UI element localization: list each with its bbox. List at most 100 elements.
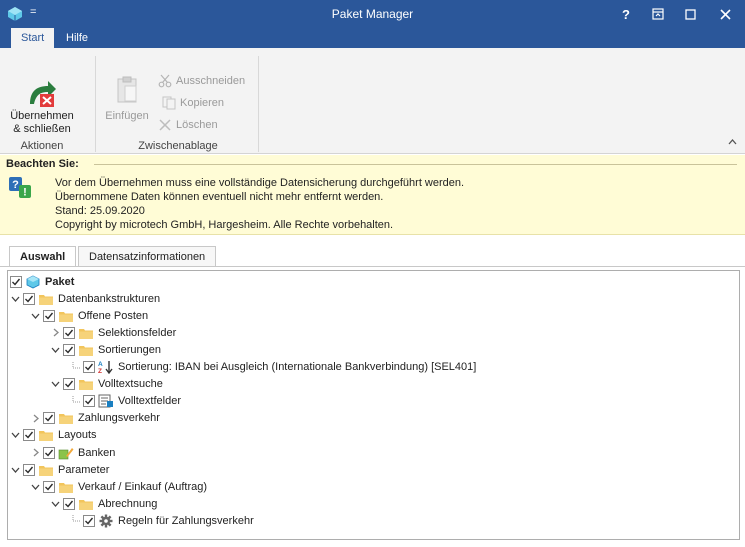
tree-node-label: Sortierungen	[98, 343, 161, 356]
folder-icon	[78, 377, 94, 391]
ribbon-display-options-button[interactable]	[642, 0, 674, 28]
tree-node-label: Sortierung: IBAN bei Ausgleich (Internat…	[118, 361, 477, 373]
chevron-down-icon[interactable]	[10, 430, 21, 441]
folder-icon	[58, 309, 74, 323]
group-label-zwischenablage: Zwischenablage	[138, 140, 218, 152]
package-icon	[25, 275, 41, 289]
tree-node-volltextsuche[interactable]: Volltextsuche	[50, 376, 163, 393]
delete-icon	[159, 119, 171, 131]
tree-node-regeln-f-r-zahlungsverkehr[interactable]: Regeln für Zahlungsverkehr	[70, 512, 254, 529]
tree-node-offene-posten[interactable]: Offene Posten	[30, 307, 148, 324]
help-button[interactable]: ?	[610, 0, 642, 28]
tree-checkbox[interactable]	[43, 412, 55, 425]
tree-checkbox[interactable]	[23, 463, 35, 476]
tree-node-label: Datenbankstrukturen	[58, 292, 161, 305]
tree-node-label: Volltextfelder	[118, 395, 181, 408]
chevron-down-icon[interactable]	[30, 481, 41, 492]
tree-node-datenbankstrukturen[interactable]: Datenbankstrukturen	[10, 290, 160, 307]
tree-node-volltextfelder[interactable]: Volltextfelder	[70, 393, 181, 410]
apply-label-line2: & schließen	[13, 123, 71, 135]
chevron-right-icon[interactable]	[50, 327, 61, 338]
tree-node-selektionsfelder[interactable]: Selektionsfelder	[50, 324, 176, 341]
tab-datensatzinformationen[interactable]: Datensatzinformationen	[78, 246, 217, 267]
folder-icon	[38, 428, 54, 442]
tree-checkbox[interactable]	[23, 429, 35, 442]
tree-node-label: Paket	[45, 275, 75, 288]
collapse-ribbon-button[interactable]	[728, 136, 737, 148]
content-tab-strip: Auswahl Datensatzinformationen	[0, 246, 745, 267]
tree-node-zahlungsverkehr[interactable]: Zahlungsverkehr	[30, 410, 160, 427]
title-bar: = Paket Manager ?	[0, 0, 745, 28]
maximize-icon	[684, 8, 696, 20]
ribbon-panel: Übernehmen & schließen Aktionen Einfügen…	[0, 48, 745, 154]
close-icon	[719, 8, 731, 20]
tree-checkbox[interactable]	[43, 480, 55, 493]
tab-start[interactable]: Start	[11, 28, 55, 48]
tree-checkbox[interactable]	[63, 378, 75, 391]
tree-checkbox[interactable]	[43, 446, 55, 459]
tree-checkbox[interactable]	[63, 326, 75, 339]
ribbon-tab-strip: Start Hilfe	[0, 28, 745, 48]
tab-auswahl[interactable]: Auswahl	[9, 246, 77, 267]
folder-icon	[58, 411, 74, 425]
ribbon-separator	[258, 56, 259, 152]
maximize-button[interactable]	[674, 0, 706, 28]
info-heading: Beachten Sie:	[6, 158, 79, 170]
tree-node-verkauf-einkauf-auftrag[interactable]: Verkauf / Einkauf (Auftrag)	[30, 478, 207, 495]
apply-and-close-button[interactable]: Übernehmen & schließen	[4, 78, 80, 136]
gear-icon	[98, 514, 114, 528]
paste-button[interactable]: Einfügen	[100, 76, 154, 123]
copy-label: Kopieren	[180, 97, 225, 109]
paste-label: Einfügen	[105, 110, 149, 122]
tree-checkbox[interactable]	[10, 275, 22, 288]
tab-hilfe[interactable]: Hilfe	[56, 28, 98, 48]
chevron-down-icon[interactable]	[10, 464, 21, 475]
svg-text:A: A	[98, 361, 103, 368]
tree-checkbox[interactable]	[63, 497, 75, 510]
tree-checkbox[interactable]	[83, 514, 95, 527]
folder-icon	[58, 480, 74, 494]
tree-node-label: Regeln für Zahlungsverkehr	[118, 514, 254, 527]
tree-node-paket[interactable]: Paket	[10, 273, 74, 290]
tree-checkbox[interactable]	[83, 395, 95, 408]
apply-label-line1: Übernehmen	[10, 110, 74, 122]
tree-node-abrechnung[interactable]: Abrechnung	[50, 495, 157, 512]
folder-icon	[78, 497, 94, 511]
folder-icon	[78, 326, 94, 340]
bank-layout-icon	[58, 446, 74, 460]
tree-checkbox[interactable]	[43, 309, 55, 322]
ribbon-separator	[95, 56, 96, 152]
tree-node-sortierungen[interactable]: Sortierungen	[50, 341, 161, 358]
tree-connector	[70, 395, 81, 407]
tree-checkbox[interactable]	[63, 343, 75, 356]
chevron-right-icon[interactable]	[30, 447, 41, 458]
chevron-down-icon[interactable]	[10, 293, 21, 304]
close-button[interactable]	[709, 0, 741, 28]
package-tree: Paket Datenbankstrukturen Offene Posten Sel…	[7, 270, 740, 540]
fulltext-fields-icon	[98, 394, 114, 408]
info-line: Vor dem Übernehmen muss eine vollständig…	[55, 177, 465, 189]
chevron-right-icon[interactable]	[30, 413, 41, 424]
delete-label: Löschen	[176, 119, 218, 131]
tree-node-layouts[interactable]: Layouts	[10, 427, 97, 444]
tree-node-label: Abrechnung	[98, 497, 158, 510]
tree-checkbox[interactable]	[83, 361, 95, 373]
tree-checkbox[interactable]	[23, 292, 35, 305]
tree-node-label: Volltextsuche	[98, 378, 163, 391]
tree-node-label: Zahlungsverkehr	[78, 412, 160, 425]
chevron-down-icon[interactable]	[50, 379, 61, 390]
info-divider	[94, 164, 737, 165]
chevron-down-icon[interactable]	[30, 310, 41, 321]
info-line: Übernommene Daten können eventuell nicht…	[55, 191, 384, 203]
folder-icon	[38, 292, 54, 306]
apply-close-icon	[30, 81, 56, 107]
tree-node-banken[interactable]: Banken	[30, 444, 115, 461]
chevron-down-icon[interactable]	[50, 344, 61, 355]
tree-node-sortierung-iban-bei-ausgleich-internatio[interactable]: A Z Sortierung: IBAN bei Ausgleich (Intern…	[70, 359, 476, 376]
chevron-down-icon[interactable]	[50, 498, 61, 509]
tree-node-label: Verkauf / Einkauf (Auftrag)	[78, 480, 208, 493]
tree-node-parameter[interactable]: Parameter	[10, 461, 109, 478]
group-label-aktionen: Aktionen	[20, 140, 64, 152]
cut-label: Ausschneiden	[176, 75, 246, 87]
tree-connector	[70, 515, 81, 526]
